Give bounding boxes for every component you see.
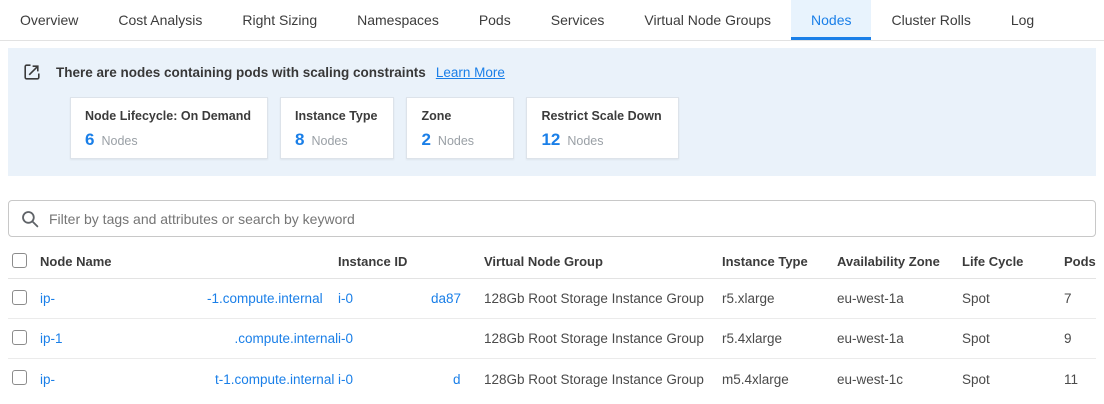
filter-bar <box>8 200 1096 237</box>
col-life-cycle[interactable]: Life Cycle <box>962 254 1064 269</box>
cell-virtual-node-group: 128Gb Root Storage Instance Group <box>484 372 722 387</box>
card-title: Node Lifecycle: On Demand <box>85 109 251 123</box>
card-unit: Nodes <box>438 134 474 148</box>
card-title: Restrict Scale Down <box>541 109 661 123</box>
table-row: ip-t-1.compute.internal i-0d 128Gb Root … <box>8 359 1096 399</box>
node-name-link[interactable]: ip-1.compute.internal <box>40 331 338 346</box>
cell-instance-type: m5.4xlarge <box>722 372 837 387</box>
card-count: 8 <box>295 130 304 150</box>
table-row: ip--1.compute.internal i-0da87 128Gb Roo… <box>8 279 1096 319</box>
cell-availability-zone: eu-west-1c <box>837 372 962 387</box>
tab-cluster-rolls[interactable]: Cluster Rolls <box>871 0 990 40</box>
select-all-checkbox[interactable] <box>12 253 27 268</box>
cell-availability-zone: eu-west-1a <box>837 331 962 346</box>
learn-more-link[interactable]: Learn More <box>436 65 505 80</box>
card-unit: Nodes <box>101 134 137 148</box>
col-virtual-node-group[interactable]: Virtual Node Group <box>484 254 722 269</box>
node-name-link[interactable]: ip--1.compute.internal <box>40 291 323 306</box>
scaling-constraints-banner: There are nodes containing pods with sca… <box>8 48 1096 176</box>
card-count: 2 <box>421 130 430 150</box>
instance-id-link[interactable]: i-0da87 <box>338 291 461 306</box>
tab-log[interactable]: Log <box>991 0 1054 40</box>
tab-virtual-node-groups[interactable]: Virtual Node Groups <box>624 0 791 40</box>
cell-virtual-node-group: 128Gb Root Storage Instance Group <box>484 291 722 306</box>
constraint-card-restrict-scale-down[interactable]: Restrict Scale Down 12 Nodes <box>526 97 678 159</box>
search-icon <box>21 210 39 228</box>
tab-namespaces[interactable]: Namespaces <box>337 0 459 40</box>
cell-pods: 11 <box>1064 372 1096 387</box>
constraint-card-zone[interactable]: Zone 2 Nodes <box>406 97 514 159</box>
cell-availability-zone: eu-west-1a <box>837 291 962 306</box>
col-pods[interactable]: Pods <box>1064 254 1096 269</box>
tab-services[interactable]: Services <box>531 0 625 40</box>
tab-cost-analysis[interactable]: Cost Analysis <box>98 0 222 40</box>
constraint-card-node-lifecycle[interactable]: Node Lifecycle: On Demand 6 Nodes <box>70 97 268 159</box>
constraint-cards: Node Lifecycle: On Demand 6 Nodes Instan… <box>70 97 1080 159</box>
card-count: 6 <box>85 130 94 150</box>
tab-nodes[interactable]: Nodes <box>791 0 871 40</box>
col-instance-id[interactable]: Instance ID <box>338 254 484 269</box>
col-node-name[interactable]: Node Name <box>40 254 338 269</box>
cell-virtual-node-group: 128Gb Root Storage Instance Group <box>484 331 722 346</box>
search-input[interactable] <box>49 211 1083 227</box>
tab-overview[interactable]: Overview <box>0 0 98 40</box>
scale-out-icon <box>22 62 42 82</box>
cell-instance-type: r5.4xlarge <box>722 331 837 346</box>
table-row: ip-1.compute.internal i-0 128Gb Root Sto… <box>8 319 1096 359</box>
col-instance-type[interactable]: Instance Type <box>722 254 837 269</box>
table-header: Node Name Instance ID Virtual Node Group… <box>8 245 1096 279</box>
cell-life-cycle: Spot <box>962 291 1064 306</box>
cell-instance-type: r5.xlarge <box>722 291 837 306</box>
row-checkbox[interactable] <box>12 370 27 385</box>
constraint-card-instance-type[interactable]: Instance Type 8 Nodes <box>280 97 394 159</box>
tab-bar: Overview Cost Analysis Right Sizing Name… <box>0 0 1104 41</box>
row-checkbox[interactable] <box>12 330 27 345</box>
tab-pods[interactable]: Pods <box>459 0 531 40</box>
instance-id-link[interactable]: i-0d <box>338 372 461 387</box>
card-title: Zone <box>421 109 497 123</box>
node-name-link[interactable]: ip-t-1.compute.internal <box>40 372 334 387</box>
col-availability-zone[interactable]: Availability Zone <box>837 254 962 269</box>
card-unit: Nodes <box>567 134 603 148</box>
cell-life-cycle: Spot <box>962 331 1064 346</box>
cell-pods: 7 <box>1064 291 1096 306</box>
instance-id-link[interactable]: i-0 <box>338 331 353 346</box>
nodes-table: Node Name Instance ID Virtual Node Group… <box>8 245 1096 399</box>
tab-right-sizing[interactable]: Right Sizing <box>222 0 337 40</box>
cell-pods: 9 <box>1064 331 1096 346</box>
row-checkbox[interactable] <box>12 290 27 305</box>
banner-message: There are nodes containing pods with sca… <box>56 65 426 80</box>
card-title: Instance Type <box>295 109 377 123</box>
card-unit: Nodes <box>311 134 347 148</box>
cell-life-cycle: Spot <box>962 372 1064 387</box>
card-count: 12 <box>541 130 560 150</box>
